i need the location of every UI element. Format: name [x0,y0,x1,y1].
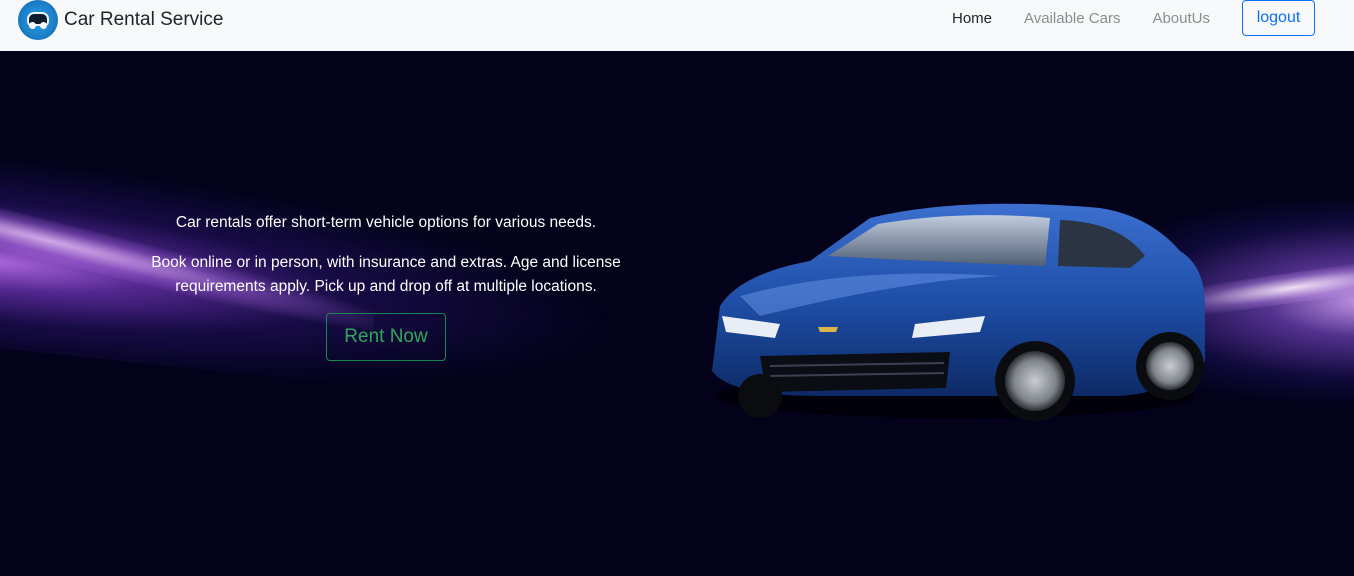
rent-now-button[interactable]: Rent Now [326,313,446,361]
brand[interactable]: Car Rental Service [18,0,223,40]
nav-link-about-us[interactable]: AboutUs [1152,10,1210,27]
navbar: Car Rental Service Home Available Cars A… [0,0,1354,51]
logout-button[interactable]: logout [1242,0,1315,36]
hero-paragraph-2: Book online or in person, with insurance… [151,254,621,295]
nav-link-available-cars[interactable]: Available Cars [1024,10,1120,27]
car-logo-icon [18,0,58,40]
brand-name: Car Rental Service [64,9,224,30]
hero-section: Car rentals offer short-term vehicle opt… [0,51,1354,576]
nav-menu: Home Available Cars AboutUs logout [952,0,1354,36]
blue-sports-car-image [712,203,1205,421]
hero-text: Car rentals offer short-term vehicle opt… [136,211,636,315]
hero-paragraph-1: Car rentals offer short-term vehicle opt… [175,214,597,231]
nav-link-home[interactable]: Home [952,10,992,27]
